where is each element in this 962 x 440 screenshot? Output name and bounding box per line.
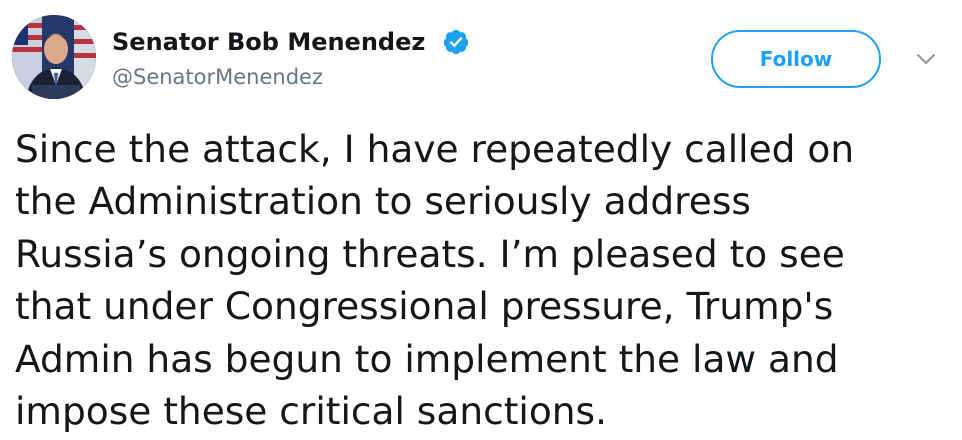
verified-badge-icon [443, 29, 469, 55]
tweet-text-line: that under Congressional pressure, Trump… [15, 284, 834, 329]
tweet-text-line: Admin has begun to implement the law and [15, 336, 839, 381]
tweet-text: Since the attack, I have repeatedly call… [15, 123, 950, 437]
tweet-card: Senator Bob Menendez @SenatorMenendez Fo… [0, 0, 962, 440]
profile-photo-icon [12, 15, 96, 99]
tweet-text-line: the Administration to seriously address [15, 179, 751, 224]
chevron-down-icon[interactable] [913, 49, 939, 69]
avatar[interactable] [12, 15, 96, 99]
tweet-text-line: Russia’s ongoing threats. I’m pleased to… [15, 231, 845, 276]
follow-button[interactable]: Follow [711, 30, 881, 88]
author-display-name[interactable]: Senator Bob Menendez [112, 25, 425, 59]
tweet-text-line: Since the attack, I have repeatedly call… [15, 127, 855, 171]
author-handle[interactable]: @SenatorMenendez [112, 63, 323, 91]
tweet-text-line: impose these critical sanctions. [15, 389, 607, 434]
